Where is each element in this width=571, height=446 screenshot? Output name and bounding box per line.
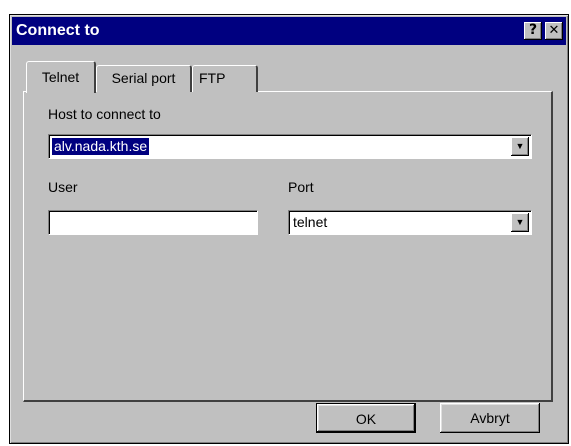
user-input[interactable]	[48, 210, 258, 235]
port-label: Port	[288, 179, 314, 195]
cancel-button[interactable]: Avbryt	[440, 403, 540, 433]
connect-dialog: Connect to ? ✕ Host to connect to alv.na…	[9, 14, 569, 444]
port-combobox[interactable]: telnet ▼	[288, 210, 532, 235]
host-combobox[interactable]: alv.nada.kth.se ▼	[48, 134, 532, 159]
tab-serial-port[interactable]: Serial port	[96, 65, 192, 92]
host-label: Host to connect to	[48, 106, 161, 122]
port-value: telnet	[293, 214, 328, 230]
user-label: User	[48, 179, 78, 195]
tab-panel-telnet: Host to connect to alv.nada.kth.se ▼ Use…	[23, 91, 553, 402]
tab-ftp[interactable]: FTP	[192, 65, 258, 92]
host-input[interactable]: alv.nada.kth.se	[52, 138, 150, 155]
help-icon[interactable]: ?	[524, 22, 542, 40]
window-title: Connect to	[16, 22, 100, 39]
chevron-down-icon[interactable]: ▼	[511, 213, 529, 232]
ok-button[interactable]: OK	[316, 403, 416, 433]
title-bar[interactable]: Connect to ? ✕	[12, 17, 566, 45]
close-icon[interactable]: ✕	[545, 22, 563, 40]
chevron-down-icon[interactable]: ▼	[511, 137, 529, 156]
tab-telnet[interactable]: Telnet	[26, 61, 96, 93]
